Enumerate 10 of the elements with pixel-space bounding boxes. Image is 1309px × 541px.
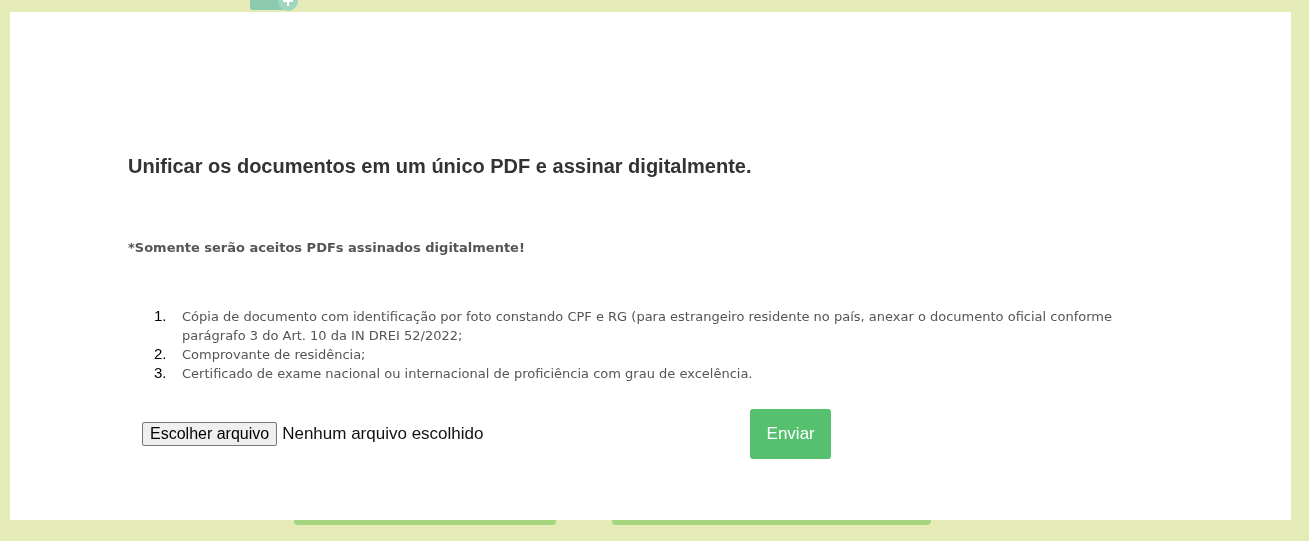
dialog-title: Unificar os documentos em um único PDF e assinar digitalmente.	[128, 155, 753, 178]
requirement-text: Cópia de documento com identificação por foto constando CPF e RG (para estrangeiro residente no país, anexar o documento oficial conforme parágrafo 3 do Art. 10 da IN DREI 52/2022;	[182, 308, 1113, 345]
list-number: 1.	[154, 307, 168, 326]
note-text: *Somente serão aceitos PDFs assinados digitalmente!	[128, 240, 526, 255]
requirement-text: Certificado de exame nacional ou internacional de proficiência com grau de excelência.	[182, 365, 753, 383]
file-status: Nenhum arquivo escolhido	[282, 424, 485, 444]
list-number: 3.	[154, 364, 168, 383]
requirement-text: Comprovante de residência;	[182, 346, 366, 364]
choose-file-button[interactable]: Escolher arquivo	[142, 422, 278, 446]
list-number: 2.	[154, 345, 168, 364]
